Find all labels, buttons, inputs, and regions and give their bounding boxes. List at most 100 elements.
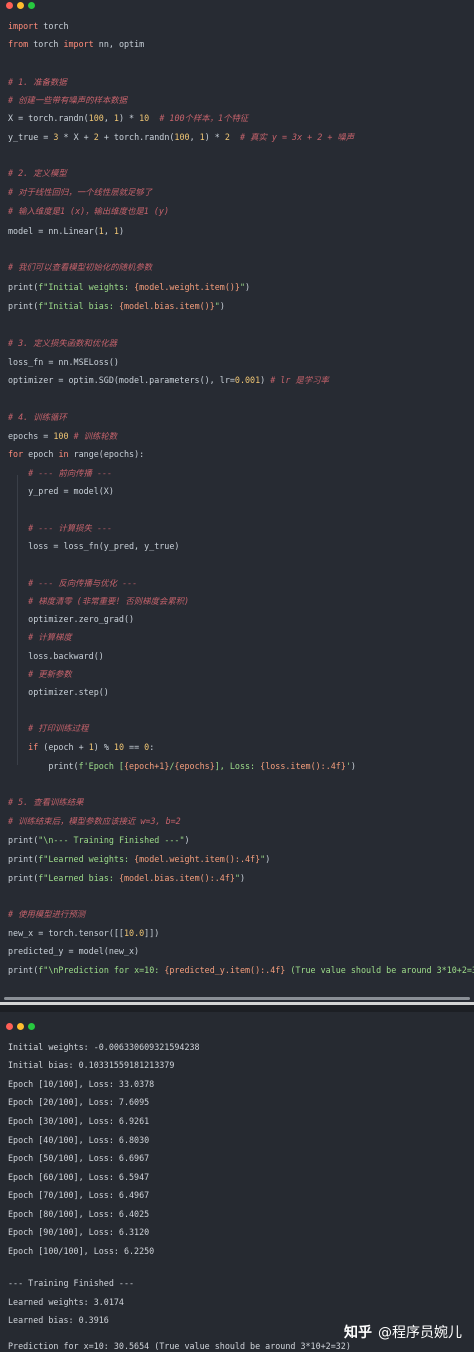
code-token: print( [8,854,39,864]
code-line[interactable]: # 对于线性回归，一个线性层就足够了 [8,187,152,197]
code-token: 100 [88,113,104,123]
code-token: # 真实 y = 3x + 2 + 噪声 [229,132,355,142]
code-line[interactable]: # 我们可以查看模型初始化的随机参数 [8,262,152,272]
code-token: epoch [23,449,59,459]
code-line[interactable]: loss_fn = nn.MSELoss() [8,357,119,367]
code-token: torch [28,39,64,49]
code-token: loss.backward() [8,651,104,661]
code-token: 0.001 [234,375,261,385]
code-token: # 我们可以查看模型初始化的随机参数 [8,262,153,272]
code-token: 100 [53,431,69,441]
code-line[interactable]: # 1. 准备数据 [8,77,67,87]
code-token: + torch.randn( [98,132,175,142]
code-line[interactable]: print("\n--- Training Finished ---") [8,835,190,845]
maximize-window-dot-icon[interactable] [28,2,35,9]
terminal-window-controls [6,1023,35,1030]
minimize-window-dot-icon[interactable] [17,2,24,9]
code-line[interactable]: # 输入维度是1 (x)，输出维度也是1 (y) [8,206,169,216]
code-line[interactable]: # 使用模型进行预测 [8,909,85,919]
terminal-maximize-dot-icon[interactable] [28,1023,35,1030]
code-line[interactable]: model = nn.Linear(1, 1) [8,226,124,236]
code-token: ) * [118,113,140,123]
code-line[interactable]: epochs = 100 # 训练轮数 [8,431,117,441]
code-line[interactable]: import torch [8,21,69,31]
code-line[interactable]: # 更新参数 [8,669,72,679]
code-line[interactable]: X = torch.randn(100, 1) * 10 # 100个样本，1个… [8,113,248,123]
code-line[interactable]: loss = loss_fn(y_pred, y_true) [8,541,179,551]
code-line[interactable]: optimizer.step() [8,687,109,697]
close-window-dot-icon[interactable] [6,2,13,9]
code-line[interactable]: print(f"Initial weights: {model.weight.i… [8,282,250,292]
code-line[interactable]: # 打印训练过程 [8,723,88,733]
terminal-line: Epoch [90/100], Loss: 6.3120 [8,1227,150,1237]
terminal-line: Initial bias: 0.10331559181213379 [8,1060,175,1070]
code-token: == [124,742,145,752]
code-token: y_true = [8,132,54,142]
code-line[interactable]: for epoch in range(epochs): [8,449,144,459]
code-line[interactable]: # 4. 训练循环 [8,412,67,422]
code-line[interactable]: # --- 计算损失 --- [8,523,112,533]
code-token: # --- 反向传播与优化 --- [28,578,138,588]
code-line[interactable]: if (epoch + 1) % 10 == 0: [8,742,154,752]
code-line[interactable]: optimizer = optim.SGD(model.parameters()… [8,375,329,385]
code-token: f"Learned bias: [38,873,119,883]
code-line[interactable]: print(f'Epoch [{epoch+1}/{epochs}], Loss… [8,761,356,771]
code-token: if [28,742,39,752]
code-token: ]]) [144,928,160,938]
code-line[interactable]: # 梯度清零 (非常重要! 否则梯度会累积) [8,596,189,606]
code-line[interactable]: # 5. 查看训练结果 [8,797,83,807]
code-token: 10 [113,742,124,752]
code-token: from [8,39,29,49]
code-line[interactable]: # 计算梯度 [8,632,72,642]
code-line[interactable]: new_x = torch.tensor([[10.0]]) [8,928,159,938]
code-line[interactable]: # 3. 定义损失函数和优化器 [8,338,117,348]
zhihu-logo-text: 知乎 [344,1325,372,1341]
code-line[interactable]: optimizer.zero_grad() [8,614,134,624]
code-line[interactable]: # 2. 定义模型 [8,168,67,178]
code-line[interactable]: # --- 反向传播与优化 --- [8,578,137,588]
code-token: {model.bias.item()} [118,301,215,311]
code-token: (epoch + [38,742,89,752]
code-line[interactable]: # --- 前向传播 --- [8,468,112,478]
code-line[interactable]: print(f"Learned weights: {model.weight.i… [8,854,270,864]
code-token: loss = loss_fn(y_pred, y_true) [8,541,180,551]
code-token: f"Learned weights: [38,854,135,864]
code-token: # 训练结束后，模型参数应该接近 w=3, b=2 [8,816,181,826]
terminal-line: Epoch [50/100], Loss: 6.6967 [8,1153,150,1163]
terminal-line: Epoch [60/100], Loss: 6.5947 [8,1172,150,1182]
code-line[interactable]: loss.backward() [8,651,104,661]
code-line[interactable]: print(f"\nPrediction for x=10: {predicte… [8,965,474,975]
code-token: (True value should be around 3*10+2=32)" [285,965,474,975]
code-token: ) [245,282,251,292]
code-line[interactable]: predicted_y = model(new_x) [8,946,139,956]
horizontal-scrollbar[interactable] [4,997,470,1000]
code-token: f"Initial bias: [38,301,119,311]
code-line[interactable]: # 创建一些带有噪声的样本数据 [8,95,127,105]
code-token: {model.weight.item()} [134,282,240,292]
code-line[interactable]: # 训练结束后，模型参数应该接近 w=3, b=2 [8,816,181,826]
terminal-line: Epoch [100/100], Loss: 6.2250 [8,1246,155,1256]
terminal-line: Epoch [30/100], Loss: 6.9261 [8,1116,150,1126]
code-token: optimizer.step() [8,687,109,697]
code-token: {loss.item():.4f} [260,761,346,771]
code-token: print( [8,761,79,771]
code-token: import [8,21,39,31]
code-token: print( [8,965,39,975]
code-line[interactable]: y_true = 3 * X + 2 + torch.randn(100, 1)… [8,132,354,142]
terminal-line: Epoch [80/100], Loss: 6.4025 [8,1209,150,1219]
code-line[interactable]: y_pred = model(X) [8,486,114,496]
terminal-line: Epoch [20/100], Loss: 7.6095 [8,1097,150,1107]
code-token: loss_fn = nn.MSELoss() [8,357,119,367]
code-token: # 计算梯度 [28,632,72,642]
code-token: # --- 前向传播 --- [28,468,113,478]
code-line[interactable]: print(f"Learned bias: {model.bias.item()… [8,873,245,883]
code-token: # 4. 训练循环 [8,412,67,422]
terminal-close-dot-icon[interactable] [6,1023,13,1030]
terminal-minimize-dot-icon[interactable] [17,1023,24,1030]
code-line[interactable]: from torch import nn, optim [8,39,144,49]
code-token: ) [265,854,271,864]
code-line[interactable]: print(f"Initial bias: {model.bias.item()… [8,301,225,311]
code-token: in [58,449,69,459]
